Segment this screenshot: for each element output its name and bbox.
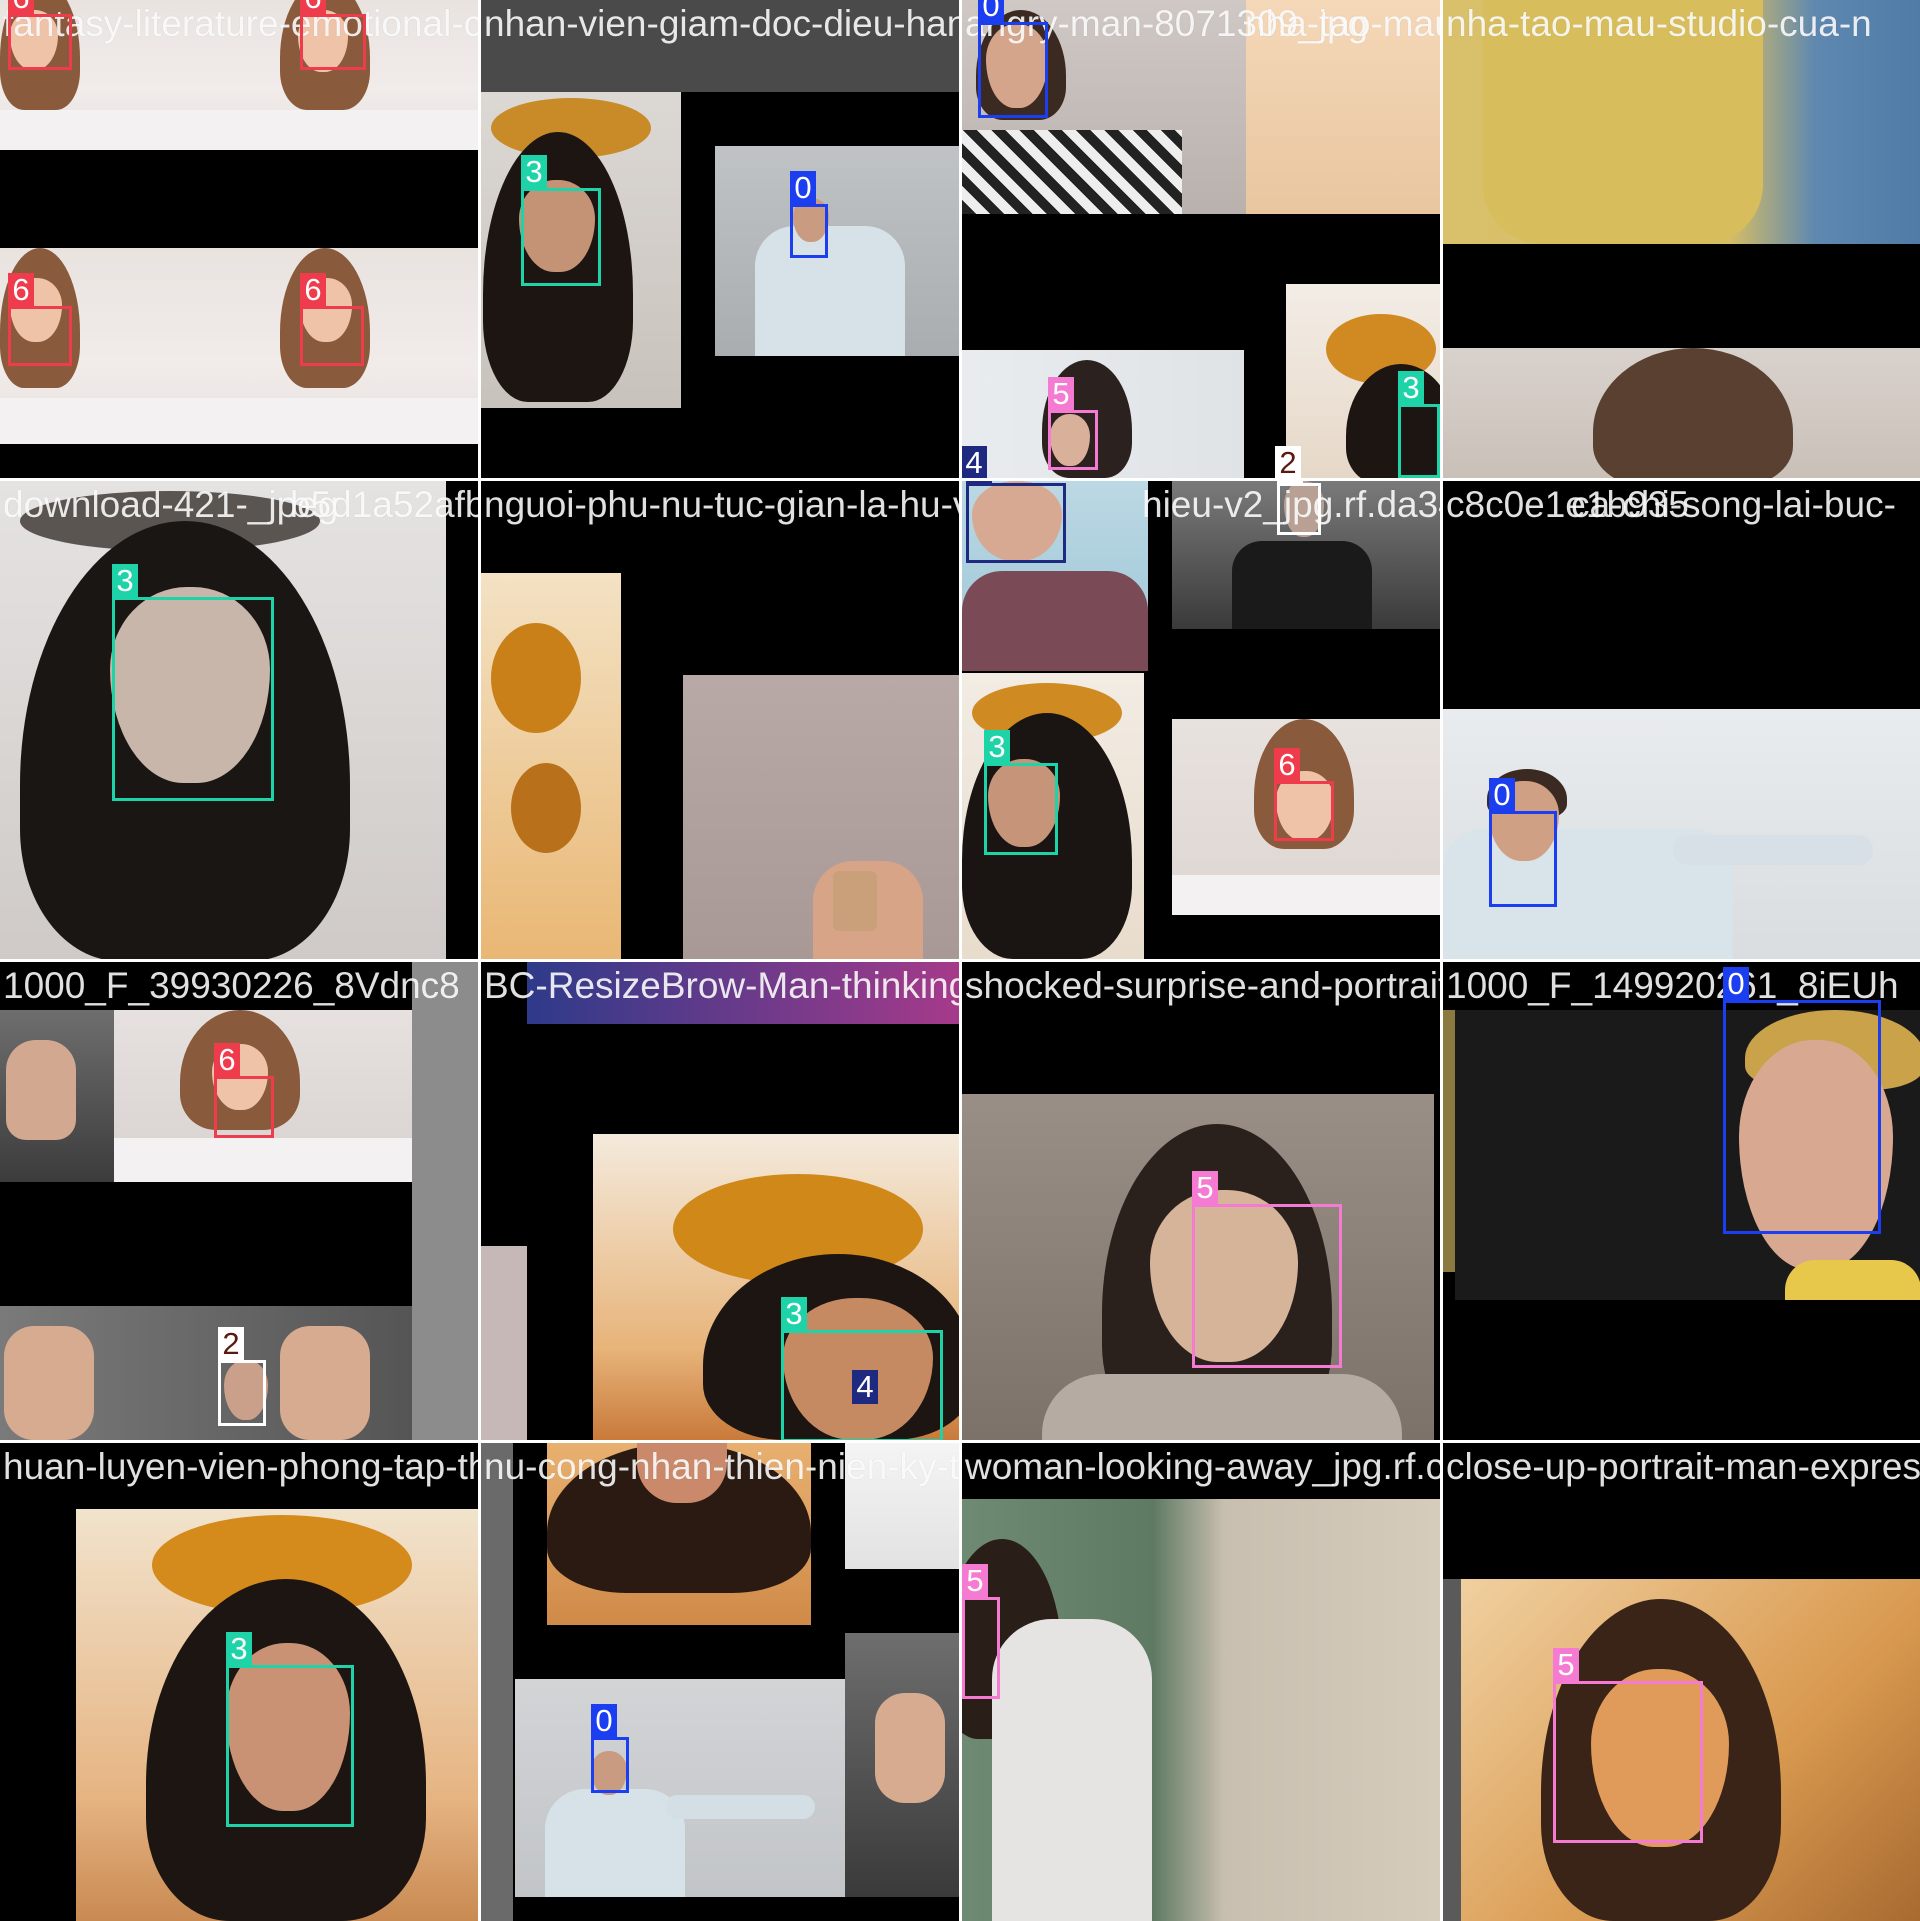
photo — [0, 1306, 412, 1440]
detection-box: 6 — [8, 273, 72, 366]
detection-box: 6 — [300, 273, 364, 366]
class-label: 4 — [852, 1370, 878, 1404]
detection-box: 5 — [962, 1564, 1000, 1699]
class-label: 3 — [521, 155, 547, 189]
mosaic-tile: BC-ResizeBrow-Man-thinking-about-his 3 4 — [481, 962, 959, 1440]
detection-box: 3 — [521, 155, 601, 286]
tile-title: 1000_F_39930226_8Vdnc8 — [3, 965, 460, 1006]
mosaic-tile: nhan-vien-giam-doc-dieu-hanh-gay-han 3 0 — [481, 0, 959, 478]
detection-box: 3 — [112, 564, 274, 801]
photo — [1443, 1010, 1455, 1272]
detection-box: 2 — [218, 1327, 266, 1426]
mosaic-grid: fantasy-literature-emotional-child-gir 6… — [0, 0, 1920, 1921]
photo — [481, 1246, 527, 1440]
tile-title: close-up-portrait-man-expres — [1446, 1446, 1920, 1487]
class-label: 6 — [300, 273, 326, 307]
photo — [527, 962, 959, 1024]
tile-title: shocked-surprise-and-portrait-of-black-w — [965, 965, 1440, 1006]
class-label: 6 — [1274, 748, 1300, 782]
tile-title: huan-luyen-vien-phong-tap-the-duc-co-the — [3, 1446, 478, 1487]
class-label: 5 — [1553, 1648, 1579, 1682]
photo — [547, 1443, 811, 1625]
class-label: 0 — [790, 171, 816, 205]
photo — [683, 675, 959, 959]
class-label: 3 — [781, 1297, 807, 1331]
class-label: 3 — [1398, 371, 1424, 405]
mosaic-tile: angry-man-8071309_jpg nha-tao-mau-studio… — [962, 0, 1440, 478]
detection-box: 0 — [1489, 778, 1557, 907]
detection-box: 5 — [1553, 1648, 1703, 1843]
detection-box: 0 — [591, 1704, 629, 1793]
photo — [481, 0, 959, 92]
mosaic-tile: nha-tao-mau-studio-cua-n — [1443, 0, 1920, 478]
detection-box: 0 — [1723, 967, 1881, 1234]
class-label: 3 — [226, 1632, 252, 1666]
class-label: 4 — [966, 481, 992, 484]
photo — [845, 1443, 959, 1569]
mosaic-tile: 1000_F_149920261_8iEUh 0 — [1443, 962, 1920, 1440]
mosaic-tile: shocked-surprise-and-portrait-of-black-w… — [962, 962, 1440, 1440]
detection-box: 0 — [978, 0, 1048, 118]
photo — [962, 350, 1244, 478]
class-label: 4 — [962, 446, 987, 478]
mosaic-tile: nu-cong-nhan-thien-nien-ky-the-voi-con 0 — [481, 1443, 959, 1921]
detection-box: 6 — [1274, 748, 1334, 841]
class-label: 6 — [8, 273, 34, 307]
mosaic-tile: download-421-_jpeg b5d1a52afba870 3 — [0, 481, 478, 959]
detection-box: 6 — [8, 0, 72, 70]
class-label: 6 — [8, 0, 34, 15]
tile-title-overlay: ca-chi-song-lai-buc- — [1571, 484, 1896, 525]
class-label: 5 — [1192, 1171, 1218, 1205]
detection-box: 0 — [790, 171, 828, 258]
mosaic-tile: hieu-v2_jpg.rf.da34db 4 2 3 6 — [962, 481, 1440, 959]
class-label: 2 — [218, 1327, 244, 1361]
tile-title: nguoi-phu-nu-tuc-gian-la-hu-v-03-v2_jpg — [484, 484, 959, 525]
photo — [481, 573, 621, 959]
class-label: 3 — [112, 564, 138, 598]
photo — [962, 1499, 1440, 1921]
class-label: 3 — [984, 730, 1010, 764]
photo — [412, 962, 478, 1440]
mosaic-tile: nguoi-phu-nu-tuc-gian-la-hu-v-03-v2_jpg — [481, 481, 959, 959]
detection-box: 3 — [226, 1632, 354, 1827]
class-label: 0 — [1723, 967, 1749, 1001]
mosaic-tile: woman-looking-away_jpg.rf.c312e1fbd7a807… — [962, 1443, 1440, 1921]
detection-box: 2 — [1277, 481, 1321, 535]
photo — [1443, 1579, 1461, 1921]
class-label: 5 — [962, 1564, 988, 1598]
photo — [1443, 0, 1920, 244]
detection-box: 4 — [966, 481, 1066, 563]
photo — [1443, 348, 1920, 478]
class-label: 6 — [214, 1043, 240, 1077]
photo — [715, 146, 959, 356]
mosaic-tile: fantasy-literature-emotional-child-gir 6… — [0, 0, 478, 478]
tile-title: c8c0e1e1b935 — [1446, 484, 1689, 525]
mosaic-tile: c8c0e1e1b935 ca-chi-song-lai-buc- 0 — [1443, 481, 1920, 959]
photo — [0, 1010, 114, 1182]
photo — [1246, 0, 1440, 214]
tile-title: woman-looking-away_jpg.rf.c312e1fbd7a807 — [965, 1446, 1440, 1487]
class-label: 2 — [1277, 481, 1303, 484]
mosaic-tile: close-up-portrait-man-expres 5 — [1443, 1443, 1920, 1921]
class-label: 0 — [591, 1704, 617, 1738]
mosaic-tile: 1000_F_39930226_8Vdnc8 6 2 — [0, 962, 478, 1440]
detection-box: 5 — [1048, 377, 1098, 470]
class-label: 5 — [1048, 377, 1074, 411]
detection-box: 6 — [214, 1043, 274, 1138]
class-label: 2 — [1275, 446, 1301, 478]
class-label: 6 — [300, 0, 326, 15]
detection-box: 5 — [1192, 1171, 1342, 1368]
class-label: 0 — [1489, 778, 1515, 812]
photo — [845, 1633, 959, 1897]
class-label: 0 — [978, 0, 1004, 23]
photo — [515, 1679, 845, 1897]
detection-box: 6 — [300, 0, 366, 70]
detection-box: 3 — [1398, 371, 1440, 478]
mosaic-tile: huan-luyen-vien-phong-tap-the-duc-co-the… — [0, 1443, 478, 1921]
detection-box: 3 — [984, 730, 1058, 855]
photo — [481, 1443, 513, 1921]
